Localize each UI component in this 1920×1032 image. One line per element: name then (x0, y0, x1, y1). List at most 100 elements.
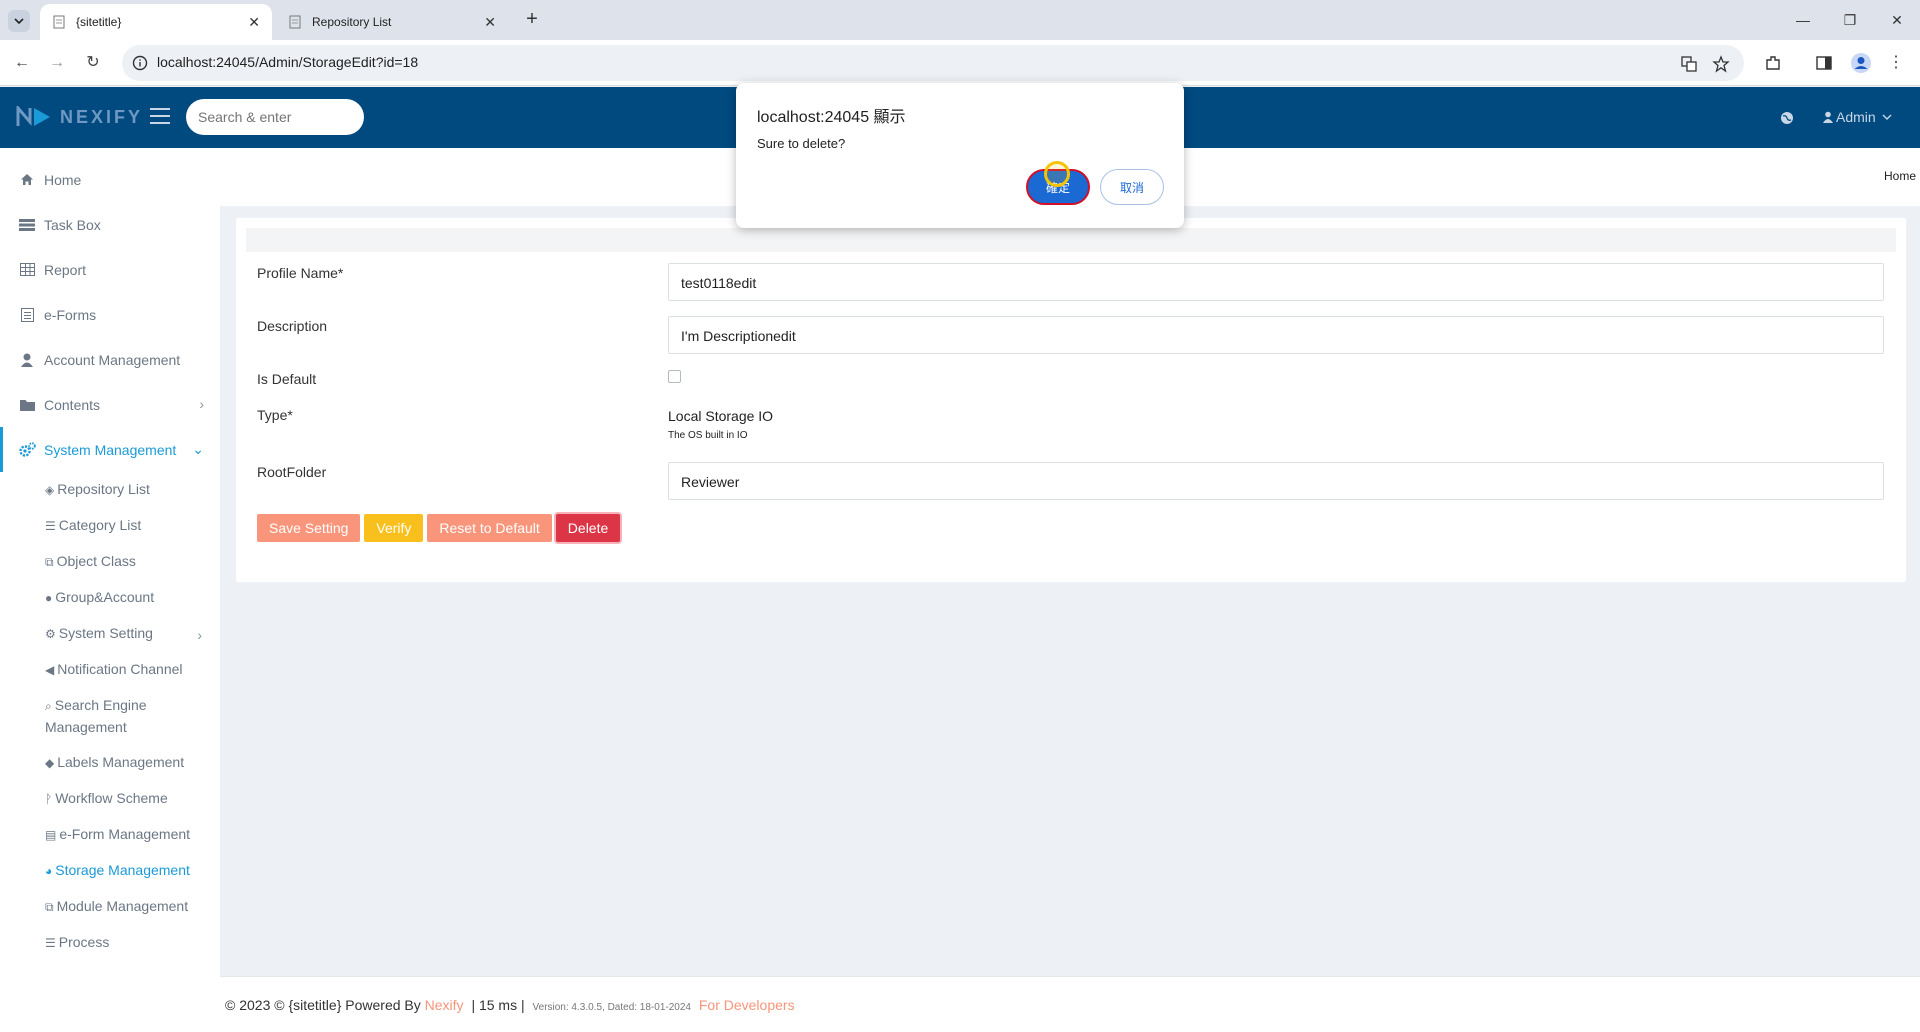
sidebar-subitem-label: Category List (58, 517, 142, 533)
developers-link[interactable]: For Developers (699, 997, 795, 1013)
sidebar-item-task-box[interactable]: Task Box (0, 202, 220, 247)
sidebar-subitem-system-setting[interactable]: ⚙ System Setting › (0, 616, 220, 652)
search-input[interactable] (186, 99, 364, 135)
side-panel-icon[interactable] (1815, 54, 1833, 72)
sitemap-icon: ⧉ (45, 900, 54, 914)
footer-timing: | 15 ms | (471, 997, 525, 1013)
user-icon (1823, 111, 1833, 123)
user-icon (18, 351, 36, 369)
sidebar-subitem-module-management[interactable]: ⧉ Module Management (0, 889, 220, 925)
sidebar-subitem-notification-channel[interactable]: ◀ Notification Channel (0, 652, 220, 688)
sidebar-subitem-workflow-scheme[interactable]: ᚹ Workflow Scheme (0, 781, 220, 817)
hamburger-menu-icon[interactable] (150, 108, 170, 126)
sidebar-subitem-label: Group&Account (55, 589, 155, 605)
root-folder-label: RootFolder (257, 464, 327, 480)
home-icon (18, 171, 36, 189)
sidebar-item-contents[interactable]: Contents › (0, 382, 220, 427)
logo-text: NEXIFY (60, 106, 144, 127)
translate-icon[interactable] (1680, 55, 1698, 73)
user-menu[interactable]: Admin (1822, 109, 1892, 125)
breadcrumb-home-link[interactable]: Home (1884, 169, 1916, 183)
form-icon: ▤ (45, 828, 57, 842)
sidebar-subitem-group-account[interactable]: ● Group&Account (0, 580, 220, 616)
sidebar-subitem-process[interactable]: ☰ Process (0, 925, 220, 961)
sidebar-subitem-storage-management[interactable]: ◕ Storage Management (0, 853, 220, 889)
storage-edit-card: Profile Name* test0118edit Description I… (236, 218, 1906, 582)
description-label: Description (257, 318, 328, 334)
sidebar-item-label: Report (44, 261, 87, 278)
user-name: Admin (1836, 109, 1876, 125)
profile-avatar-icon[interactable] (1850, 52, 1872, 74)
sidebar-subitem-label: Labels Management (57, 754, 185, 770)
bookmark-star-icon[interactable] (1712, 55, 1730, 73)
sidebar-item-home[interactable]: Home (0, 157, 220, 202)
globe-icon[interactable] (1780, 111, 1794, 125)
dialog-ok-button[interactable]: 確定 (1026, 169, 1090, 205)
close-icon[interactable]: ✕ (248, 14, 260, 31)
close-icon[interactable]: ✕ (484, 14, 496, 31)
sidebar-item-label: e-Forms (44, 306, 97, 323)
sidebar-item-e-forms[interactable]: e-Forms (0, 292, 220, 337)
nexify-logo-icon (16, 106, 50, 127)
new-tab-button[interactable]: + (520, 8, 544, 32)
restore-icon[interactable]: ❐ (1835, 8, 1865, 32)
sidebar-subitem-object-class[interactable]: ⧉ Object Class (0, 544, 220, 580)
chevron-right-icon: › (197, 627, 202, 643)
minimize-icon[interactable]: — (1788, 8, 1818, 32)
dialog-message: Sure to delete? (757, 136, 846, 151)
sidebar-subitem-label: Notification Channel (57, 661, 183, 677)
list-icon: ☰ (45, 936, 56, 950)
is-default-checkbox[interactable] (668, 370, 681, 383)
address-bar[interactable]: localhost:24045/Admin/StorageEdit?id=18 (122, 45, 1744, 81)
chevron-down-icon (14, 18, 24, 25)
sidebar-item-system-management[interactable]: System Management ⌄ (0, 427, 220, 472)
sidebar-item-label: Account Management (44, 351, 181, 368)
extensions-icon[interactable] (1764, 54, 1782, 72)
browser-toolbar: ← → ↻ localhost:24045/Admin/StorageEdit?… (0, 40, 1920, 86)
forward-icon[interactable]: → (45, 51, 69, 75)
site-info-icon[interactable] (132, 55, 148, 71)
sidebar-subitem-category-list[interactable]: ☰ Category List (0, 508, 220, 544)
table-icon (18, 261, 36, 279)
confirm-dialog: localhost:24045 顯示 Sure to delete? 確定 取消 (736, 83, 1184, 228)
cube-icon: ◈ (45, 483, 55, 497)
browser-tab[interactable]: Repository List ✕ (276, 4, 508, 40)
sidebar-subitem-label: Object Class (56, 553, 136, 569)
type-label: Type* (257, 407, 293, 423)
browser-tab-active[interactable]: {sitetitle} ✕ (40, 4, 272, 40)
verify-button[interactable]: Verify (364, 514, 424, 542)
description-input[interactable]: I'm Descriptionedit (668, 316, 1884, 354)
sidebar-subitem-e-form-management[interactable]: ▤ e-Form Management (0, 817, 220, 853)
sidebar-subitem-label: System Setting (58, 625, 153, 641)
sidebar-subitem-search-engine[interactable]: ⌕ Search Engine Management (0, 688, 220, 745)
reload-icon[interactable]: ↻ (81, 51, 105, 75)
dialog-title: localhost:24045 顯示 (757, 109, 906, 126)
save-setting-button[interactable]: Save Setting (257, 514, 361, 542)
url-text: localhost:24045/Admin/StorageEdit?id=18 (157, 54, 419, 70)
tab-title: Repository List (312, 15, 392, 29)
dialog-cancel-button[interactable]: 取消 (1100, 169, 1164, 205)
sidebar-subitem-label: e-Form Management (59, 826, 191, 842)
browser-tabstrip: {sitetitle} ✕ Repository List ✕ + — ❐ ✕ (0, 0, 1920, 40)
sidebar-item-label: Contents (44, 396, 101, 413)
logo[interactable]: NEXIFY (16, 106, 143, 128)
sidebar-subitem-repository-list[interactable]: ◈ Repository List (0, 472, 220, 508)
type-value: Local Storage IO (668, 408, 774, 424)
tasks-icon (18, 216, 36, 234)
tab-search-button[interactable] (8, 10, 30, 32)
chevron-down-icon: ⌄ (192, 441, 204, 457)
close-window-icon[interactable]: ✕ (1882, 8, 1912, 32)
delete-button[interactable]: Delete (555, 514, 621, 542)
root-folder-input[interactable]: Reviewer (668, 462, 1884, 500)
browser-menu-icon[interactable]: ⋮ (1884, 51, 1908, 75)
footer-brand-link[interactable]: Nexify (425, 997, 464, 1013)
reset-to-default-button[interactable]: Reset to Default (427, 514, 552, 542)
cogs-icon: ⚙ (45, 627, 56, 641)
sidebar-subitem-labels[interactable]: ◆ Labels Management (0, 745, 220, 781)
back-icon[interactable]: ← (10, 51, 34, 75)
sidebar-item-account-management[interactable]: Account Management (0, 337, 220, 382)
profile-name-input[interactable]: test0118edit (668, 263, 1884, 301)
profile-name-label: Profile Name* (257, 265, 344, 281)
page-icon (289, 15, 301, 29)
sidebar-item-report[interactable]: Report (0, 247, 220, 292)
